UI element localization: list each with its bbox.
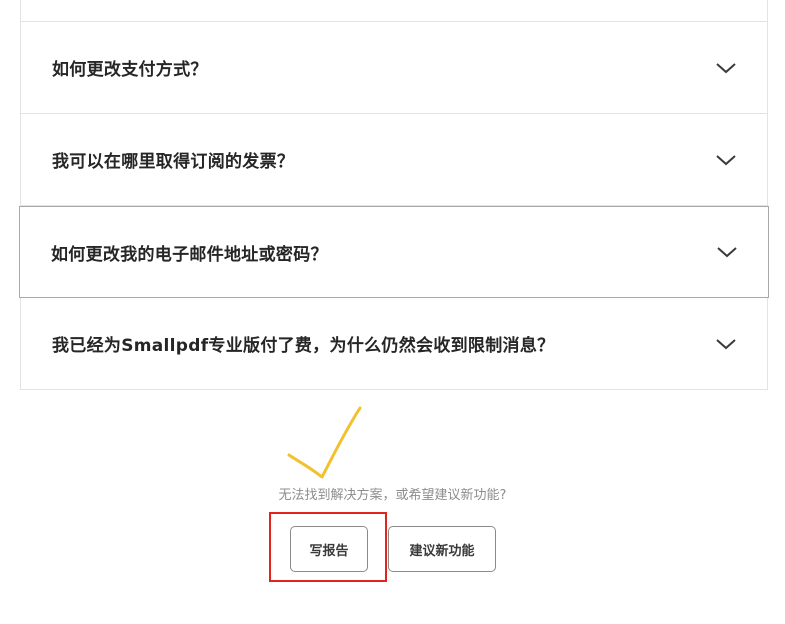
faq-item-limit-message[interactable]: 我已经为Smallpdf专业版付了费，为什么仍然会收到限制消息？ (20, 298, 768, 390)
chevron-down-icon[interactable] (715, 61, 737, 75)
faq-list: 如何更改支付方式？ 我可以在哪里取得订阅的发票？ 如何更改我的电子邮件地址或密码… (19, 0, 769, 390)
faq-item-change-payment[interactable]: 如何更改支付方式？ (20, 22, 768, 114)
faq-question: 我可以在哪里取得订阅的发票？ (52, 152, 295, 172)
faq-question: 如何更改支付方式？ (52, 60, 208, 80)
faq-question: 我已经为Smallpdf专业版付了费，为什么仍然会收到限制消息？ (52, 336, 555, 356)
faq-item-change-email-password[interactable]: 如何更改我的电子邮件地址或密码？ (19, 206, 769, 298)
chevron-down-icon[interactable] (715, 337, 737, 351)
faq-item-invoice[interactable]: 我可以在哪里取得订阅的发票？ (20, 114, 768, 206)
chevron-down-icon[interactable] (715, 153, 737, 167)
chevron-down-icon[interactable] (716, 245, 738, 259)
faq-question: 如何更改我的电子邮件地址或密码？ (51, 244, 328, 265)
red-highlight-annotation (269, 512, 387, 582)
faq-item-previous-stub (20, 0, 768, 22)
help-page: 如何更改支付方式？ 我可以在哪里取得订阅的发票？ 如何更改我的电子邮件地址或密码… (0, 0, 785, 624)
help-hint-text: 无法找到解决方案，或希望建议新功能? (278, 488, 507, 503)
checkmark-annotation-icon (287, 406, 362, 479)
suggest-feature-button[interactable]: 建议新功能 (388, 526, 496, 572)
